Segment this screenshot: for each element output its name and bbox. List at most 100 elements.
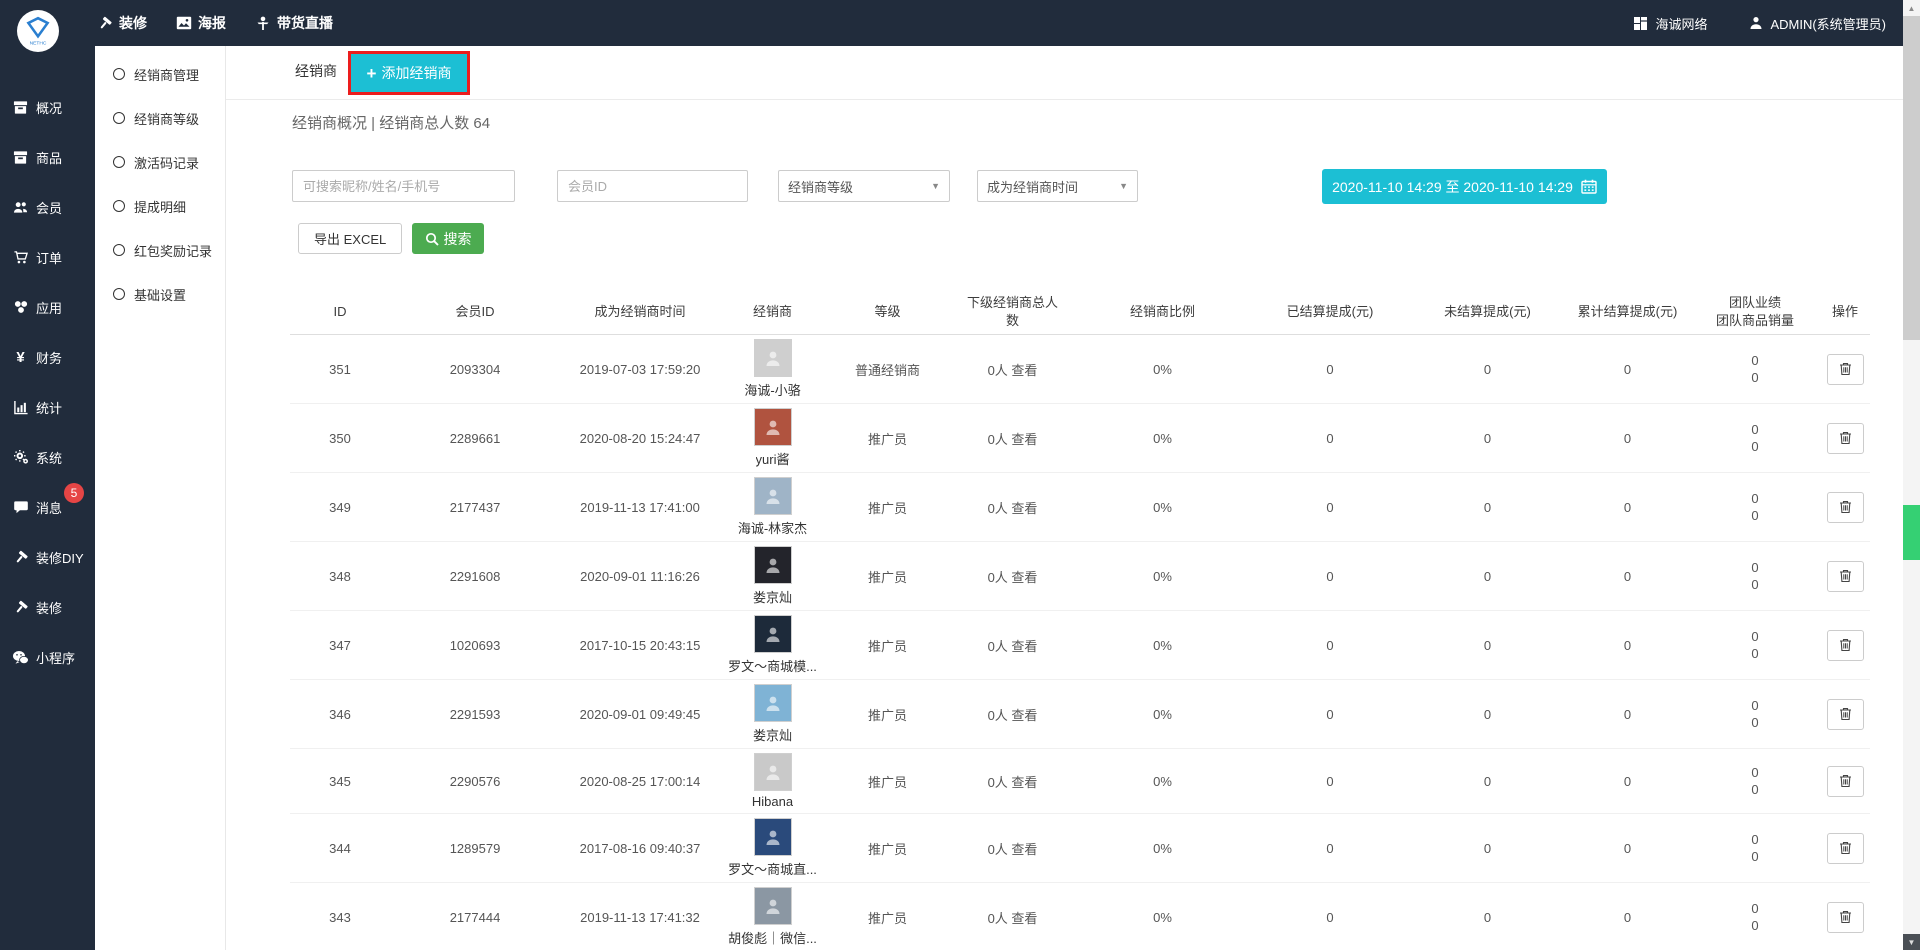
dealer-name: yuri酱: [756, 449, 790, 468]
person-silhouette-icon: [763, 762, 783, 782]
cell-settled: 0: [1250, 883, 1410, 950]
submenu-item[interactable]: 基础设置: [95, 272, 225, 316]
view-link[interactable]: 查看: [1011, 775, 1037, 790]
view-link[interactable]: 查看: [1011, 639, 1037, 654]
cell-level: 推广员: [825, 814, 950, 883]
view-link[interactable]: 查看: [1011, 363, 1037, 378]
column-header: 下级经销商总人 数: [950, 290, 1075, 335]
cell-total-settled: 0: [1565, 814, 1690, 883]
cell-unsettled: 0: [1410, 611, 1565, 680]
cell-join-time: 2020-09-01 09:49:45: [560, 680, 720, 749]
delete-button[interactable]: [1827, 833, 1864, 864]
delete-button[interactable]: [1827, 766, 1864, 797]
view-link[interactable]: 查看: [1011, 501, 1037, 516]
sidebar-item[interactable]: 订单: [0, 232, 95, 282]
navbar-right-item[interactable]: 海诚网络: [1632, 14, 1707, 33]
cell-subordinates: 0人 查看: [950, 473, 1075, 542]
cell-level: 推广员: [825, 680, 950, 749]
cell-dealer: 罗文～商城模...: [720, 611, 825, 680]
cell-actions: [1820, 680, 1870, 749]
apps-icon: [12, 299, 29, 315]
delete-button[interactable]: [1827, 902, 1864, 933]
chart-icon: [12, 400, 29, 415]
view-link[interactable]: 查看: [1011, 432, 1037, 447]
delete-button[interactable]: [1827, 492, 1864, 523]
hammer-icon: [96, 16, 113, 31]
submenu-item[interactable]: 提成明细: [95, 184, 225, 228]
submenu-item[interactable]: 经销商管理: [95, 52, 225, 96]
tab-dealers[interactable]: 经销商: [295, 46, 337, 96]
date-range-button[interactable]: 2020-11-10 14:29 至 2020-11-10 14:29: [1322, 169, 1607, 204]
navbar-right-item[interactable]: ADMIN(系统管理员): [1747, 14, 1886, 33]
level-select[interactable]: 经销商等级 ▼: [778, 170, 950, 202]
cell-settled: 0: [1250, 814, 1410, 883]
scrollbar-thumb-green[interactable]: [1903, 505, 1920, 560]
submenu-item[interactable]: 红包奖励记录: [95, 228, 225, 272]
view-link[interactable]: 查看: [1011, 911, 1037, 926]
yen-icon: ¥: [12, 350, 29, 365]
cell-total-settled: 0: [1565, 611, 1690, 680]
view-link[interactable]: 查看: [1011, 842, 1037, 857]
scrollbar-thumb[interactable]: [1903, 16, 1920, 340]
delete-button[interactable]: [1827, 630, 1864, 661]
sidebar-item[interactable]: 消息 5: [0, 482, 95, 532]
sidebar-item[interactable]: 商品: [0, 132, 95, 182]
keyword-input[interactable]: [292, 170, 515, 202]
member-id-input[interactable]: [557, 170, 748, 202]
dealer-name: 海诚-林家杰: [738, 518, 807, 537]
scroll-down-arrow[interactable]: ▼: [1903, 934, 1920, 950]
delete-button[interactable]: [1827, 354, 1864, 385]
circle-icon: [113, 200, 125, 212]
person-silhouette-icon: [763, 624, 783, 644]
sidebar-item[interactable]: 概况: [0, 82, 95, 132]
trash-icon: [1839, 500, 1852, 514]
search-icon: [425, 232, 439, 246]
sidebar-item[interactable]: 装修DIY: [0, 532, 95, 582]
scroll-up-arrow[interactable]: ▲: [1903, 0, 1920, 16]
export-excel-button[interactable]: 导出 EXCEL: [298, 223, 402, 254]
live-icon: [254, 16, 271, 31]
dealer-name: 罗文～商城模...: [728, 656, 817, 675]
cell-ratio: 0%: [1075, 335, 1250, 404]
add-dealer-button[interactable]: + 添加经销商: [351, 54, 467, 92]
cell-id: 349: [290, 473, 390, 542]
table-header-row: ID 会员ID 成为经销商时间 经销商 等级 下级经销商总人 数 经销商比例 已…: [290, 290, 1870, 335]
person-silhouette-icon: [763, 486, 783, 506]
navbar-item[interactable]: 装修: [96, 13, 147, 33]
users-icon: [12, 200, 29, 215]
sidebar-item[interactable]: ¥ 财务: [0, 332, 95, 382]
search-button[interactable]: 搜索: [412, 223, 484, 254]
sidebar-item[interactable]: 系统: [0, 432, 95, 482]
person-silhouette-icon: [763, 555, 783, 575]
submenu-item[interactable]: 激活码记录: [95, 140, 225, 184]
view-link[interactable]: 查看: [1011, 708, 1037, 723]
box-icon: [12, 100, 29, 115]
navbar-item[interactable]: 带货直播: [254, 13, 333, 33]
cell-actions: [1820, 404, 1870, 473]
cell-ratio: 0%: [1075, 404, 1250, 473]
trash-icon: [1839, 841, 1852, 855]
cell-actions: [1820, 814, 1870, 883]
sidebar-item[interactable]: 统计: [0, 382, 95, 432]
trash-icon: [1839, 638, 1852, 652]
delete-button[interactable]: [1827, 699, 1864, 730]
sidebar-item[interactable]: 会员: [0, 182, 95, 232]
delete-button[interactable]: [1827, 561, 1864, 592]
submenu-item[interactable]: 经销商等级: [95, 96, 225, 140]
cell-unsettled: 0: [1410, 749, 1565, 814]
cell-ratio: 0%: [1075, 883, 1250, 950]
dealer-name: 娄京灿: [753, 587, 792, 606]
calendar-icon: [1581, 179, 1597, 194]
avatar: [754, 615, 792, 653]
sidebar-item[interactable]: 装修: [0, 582, 95, 632]
column-header: 经销商比例: [1075, 290, 1250, 335]
caret-down-icon: ▼: [1119, 181, 1128, 191]
view-link[interactable]: 查看: [1011, 570, 1037, 585]
cell-subordinates: 0人 查看: [950, 335, 1075, 404]
brand-logo[interactable]: NETHC: [17, 10, 59, 52]
navbar-item[interactable]: 海报: [175, 13, 226, 33]
delete-button[interactable]: [1827, 423, 1864, 454]
time-select[interactable]: 成为经销商时间 ▼: [977, 170, 1138, 202]
sidebar-item[interactable]: 应用: [0, 282, 95, 332]
sidebar-item[interactable]: 小程序: [0, 632, 95, 682]
